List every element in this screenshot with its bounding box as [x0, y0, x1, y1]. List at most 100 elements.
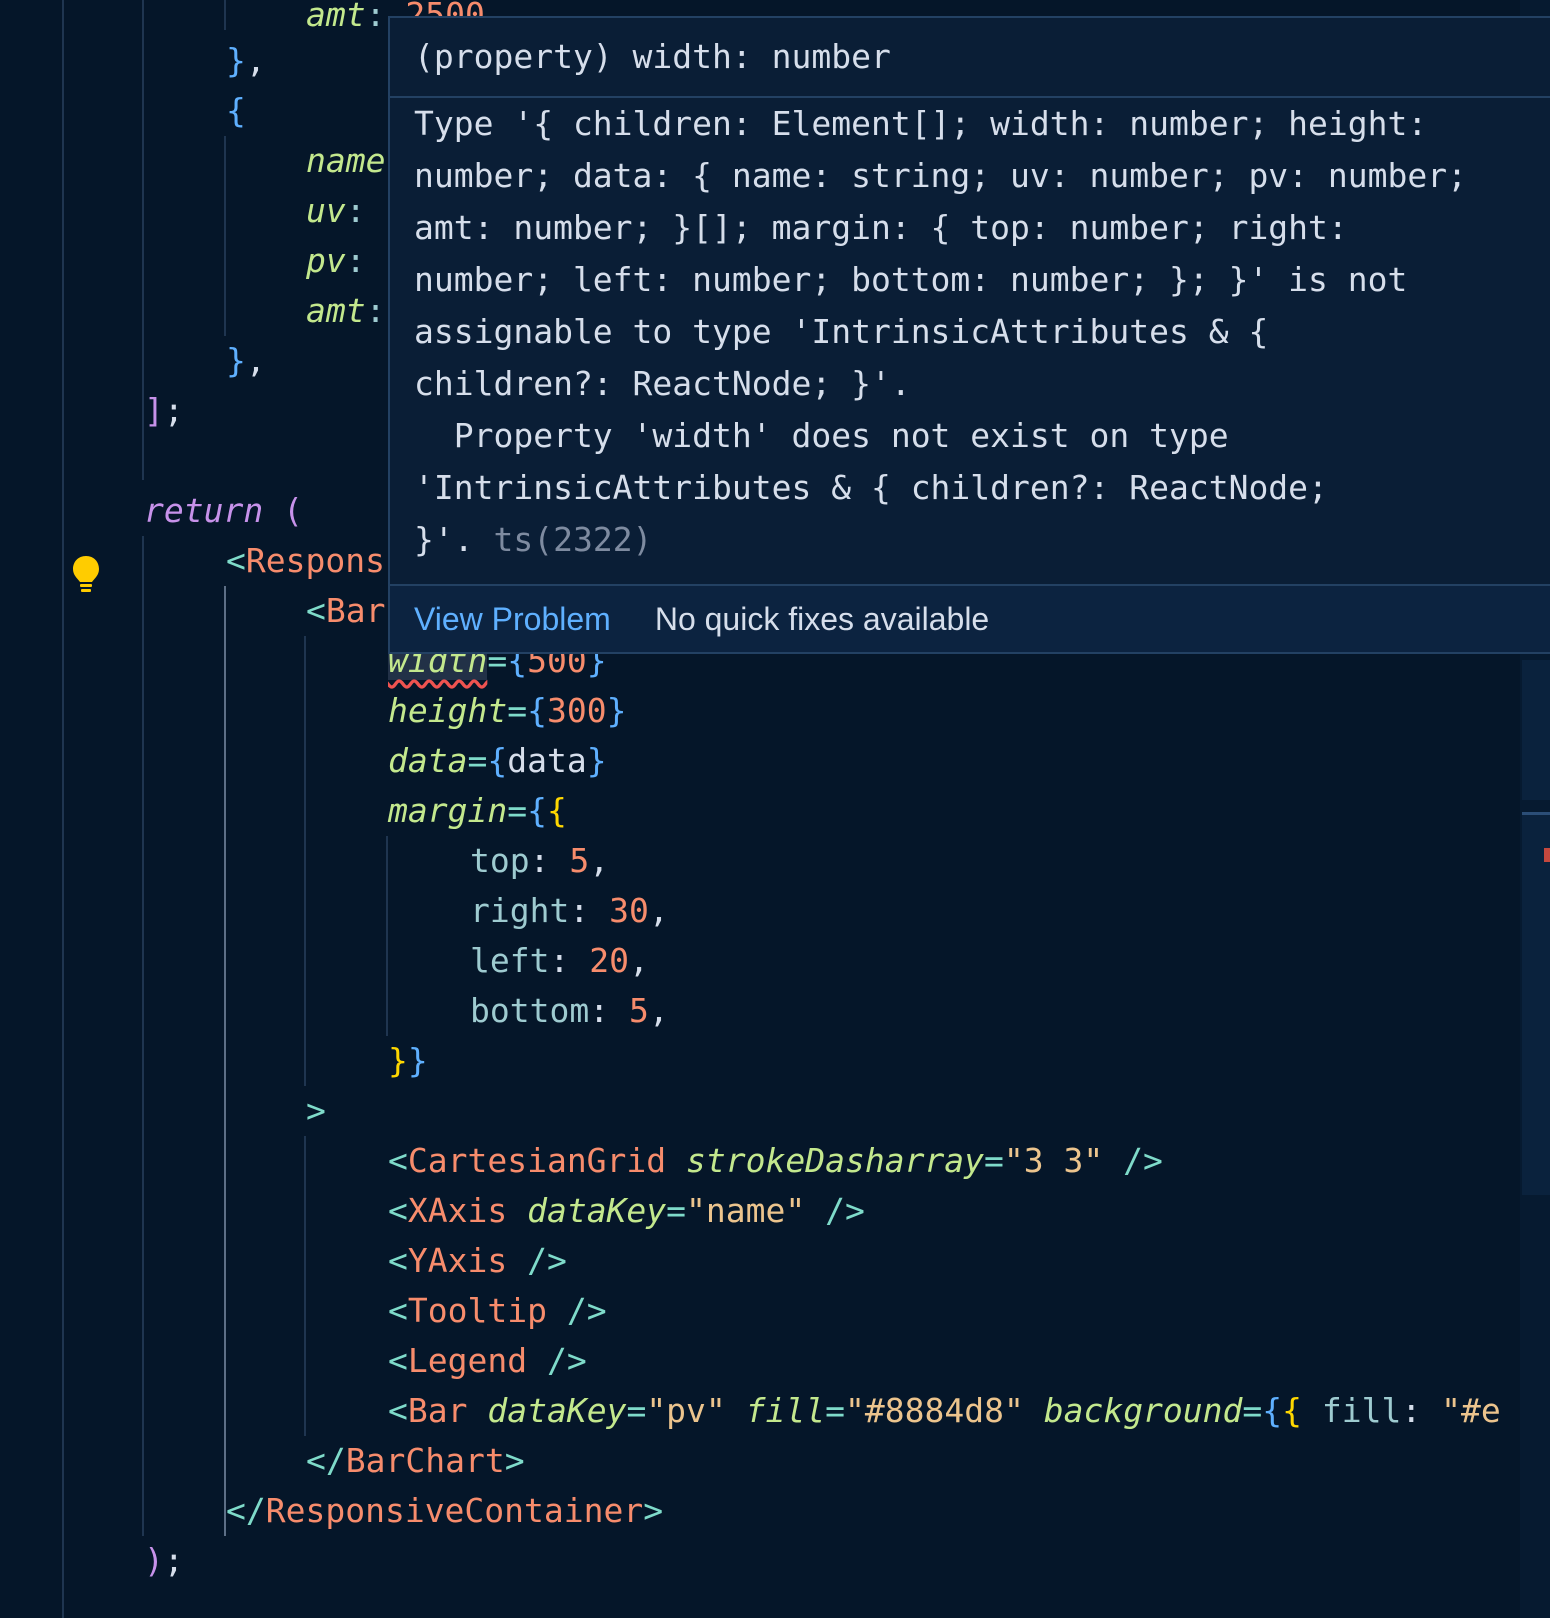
- code-line[interactable]: );: [0, 1536, 184, 1586]
- code-line[interactable]: right: 30,: [0, 886, 669, 936]
- lightbulb-icon[interactable]: [66, 552, 106, 596]
- code-token: ResponsiveContainer: [265, 1491, 644, 1530]
- code-token: 20: [589, 941, 629, 980]
- code-line[interactable]: top: 5,: [0, 836, 609, 886]
- code-line[interactable]: </BarChart>: [0, 1436, 525, 1486]
- code-line[interactable]: data={data}: [0, 736, 607, 786]
- code-token: >: [643, 1491, 664, 1530]
- code-token: (: [283, 491, 303, 530]
- code-line[interactable]: },: [0, 36, 266, 86]
- code-token: <: [388, 1291, 408, 1330]
- code-line[interactable]: {: [0, 86, 246, 136]
- code-token: 30: [609, 891, 649, 930]
- scrollbar-slider[interactable]: [1522, 660, 1550, 800]
- code-token: <: [388, 1391, 408, 1430]
- code-token: }: [226, 341, 246, 380]
- hover-widget: (property) width: number Type '{ childre…: [388, 16, 1550, 654]
- code-line[interactable]: </ResponsiveContainer>: [0, 1486, 663, 1536]
- code-line[interactable]: <Bar: [0, 586, 385, 636]
- code-line[interactable]: uv:: [0, 186, 366, 236]
- code-token: Tooltip: [407, 1291, 547, 1330]
- code-line[interactable]: <CartesianGrid strokeDasharray="3 3" />: [0, 1136, 1163, 1186]
- code-token: :: [345, 191, 366, 230]
- code-token: amt: [306, 0, 366, 34]
- code-token: =: [507, 691, 528, 730]
- code-token: {: [226, 91, 246, 130]
- code-token: :: [1401, 1391, 1442, 1430]
- code-token: ,: [245, 341, 266, 380]
- code-token: {: [527, 691, 547, 730]
- code-token: 5: [569, 841, 590, 880]
- code-line[interactable]: height={300}: [0, 686, 626, 736]
- code-token: }: [586, 741, 607, 780]
- code-token: >: [306, 1091, 326, 1130]
- no-quick-fixes-label: No quick fixes available: [654, 601, 990, 637]
- code-token: :: [569, 891, 610, 930]
- code-line[interactable]: amt:: [0, 286, 385, 336]
- code-token: =: [626, 1391, 647, 1430]
- code-token: right: [470, 891, 570, 930]
- code-line[interactable]: pv:: [0, 236, 366, 286]
- code-token: CartesianGrid: [407, 1141, 667, 1180]
- code-token: ,: [648, 891, 669, 930]
- code-token: dataKey: [527, 1191, 667, 1230]
- code-line[interactable]: <Bar dataKey="pv" fill="#8884d8" backgro…: [0, 1386, 1501, 1436]
- code-token: Bar: [407, 1391, 468, 1430]
- code-token: <: [388, 1141, 408, 1180]
- code-token: }: [388, 1041, 408, 1080]
- code-token: ]: [144, 391, 164, 430]
- code-line[interactable]: }}: [0, 1036, 428, 1086]
- code-token: </: [226, 1491, 266, 1530]
- code-token: fill: [1321, 1391, 1402, 1430]
- code-line[interactable]: >: [0, 1086, 326, 1136]
- code-token: />: [1123, 1141, 1163, 1180]
- code-token: "3 3": [1003, 1141, 1104, 1180]
- code-line[interactable]: <YAxis />: [0, 1236, 567, 1286]
- code-token: {: [1282, 1391, 1303, 1430]
- code-token: Legend: [407, 1341, 528, 1380]
- scrollbar-slider[interactable]: [1522, 812, 1550, 1195]
- hover-status-bar: View Problem No quick fixes available: [390, 584, 1550, 652]
- code-line[interactable]: <Tooltip />: [0, 1286, 607, 1336]
- view-problem-link[interactable]: View Problem: [414, 601, 611, 637]
- code-token: <: [388, 1241, 408, 1280]
- code-token: :: [365, 291, 386, 330]
- code-token: :: [345, 241, 366, 280]
- code-token: =: [825, 1391, 846, 1430]
- code-token: }: [407, 1041, 428, 1080]
- code-token: =: [984, 1141, 1004, 1180]
- code-token: />: [566, 1291, 607, 1330]
- hover-message: Type '{ children: Element[]; width: numb…: [390, 98, 1550, 598]
- code-line[interactable]: name: [0, 136, 385, 186]
- code-token: }: [606, 691, 627, 730]
- code-token: =: [507, 791, 528, 830]
- code-line[interactable]: },: [0, 336, 266, 386]
- code-token: pv: [306, 241, 346, 280]
- code-line[interactable]: <XAxis dataKey="name" />: [0, 1186, 865, 1236]
- code-line[interactable]: margin={{: [0, 786, 567, 836]
- code-token: name: [306, 141, 386, 180]
- code-token: }: [226, 41, 246, 80]
- code-token: {: [1262, 1391, 1283, 1430]
- code-token: {: [546, 791, 567, 830]
- code-token: =: [467, 741, 488, 780]
- code-line[interactable]: ];: [0, 386, 184, 436]
- code-token: <: [226, 541, 246, 580]
- code-line[interactable]: <Legend />: [0, 1336, 587, 1386]
- code-token: uv: [306, 191, 346, 230]
- code-line[interactable]: left: 20,: [0, 936, 649, 986]
- code-line[interactable]: <Respons: [0, 536, 385, 586]
- code-line[interactable]: return (: [0, 486, 303, 536]
- hover-message-line: Property 'width' does not exist on type: [414, 416, 1229, 455]
- code-token: return: [144, 491, 264, 530]
- code-token: data: [388, 741, 468, 780]
- code-line[interactable]: bottom: 5,: [0, 986, 669, 1036]
- code-token: dataKey: [487, 1391, 627, 1430]
- code-token: strokeDasharray: [686, 1141, 985, 1180]
